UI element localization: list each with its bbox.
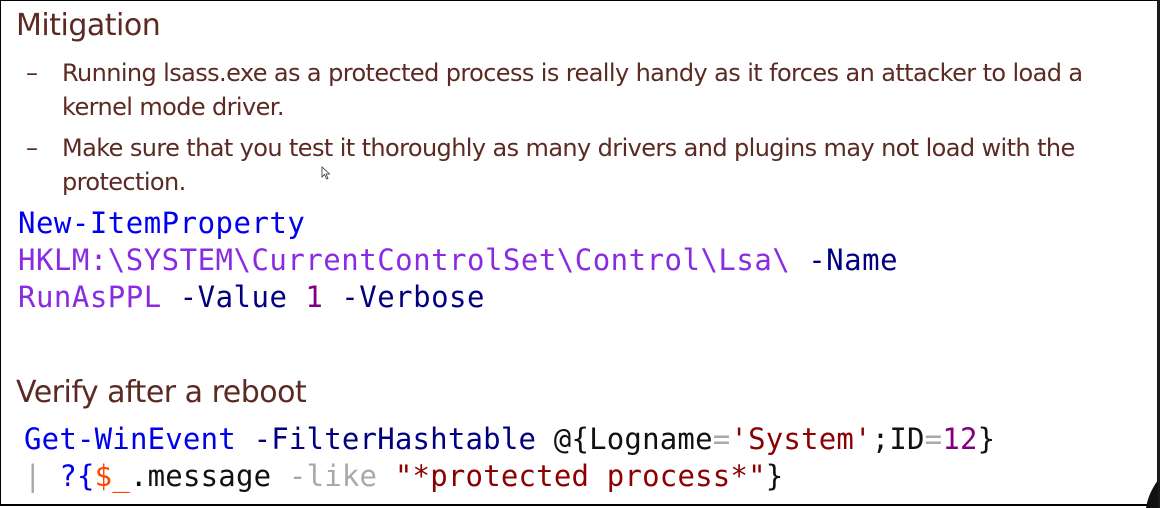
param-value: -Value <box>161 280 306 314</box>
property-name: RunAsPPL <box>18 280 162 314</box>
string-system: 'System' <box>730 422 872 456</box>
hashtable-close: } <box>977 422 996 456</box>
hashtable-open: @{Logname <box>553 422 713 456</box>
bullet-2-line-2: protection. <box>62 168 186 196</box>
dark-edge-shape <box>1146 480 1158 508</box>
bullet-1-line-2: kernel mode driver. <box>62 93 284 121</box>
pipe-symbol: | <box>24 459 60 493</box>
where-alias: ?{ <box>59 459 95 493</box>
hashtable-id: ;ID <box>871 422 925 456</box>
bullet-2-line-1: Make sure that you test it thoroughly as… <box>62 134 1075 162</box>
bullet-dash: – <box>26 59 38 87</box>
section-title-verify: Verify after a reboot <box>16 375 307 410</box>
bullet-dash: – <box>26 134 38 162</box>
value-number: 1 <box>305 280 324 314</box>
cmdlet-new-itemproperty: New-ItemProperty <box>18 206 306 240</box>
scriptblock-close: } <box>765 459 784 493</box>
cmdlet-get-winevent: Get-WinEvent <box>24 422 236 456</box>
operator-like: -like <box>288 459 395 493</box>
mouse-pointer-icon <box>321 166 331 180</box>
bullet-1-line-1: Running lsass.exe as a protected process… <box>62 59 1083 87</box>
param-filterhashtable: -FilterHashtable <box>235 422 554 456</box>
equals-sign: = <box>712 422 731 456</box>
code-line-2: HKLM:\SYSTEM\CurrentControlSet\Control\L… <box>18 243 898 277</box>
code2-line-1: Get-WinEvent -FilterHashtable @{Logname=… <box>24 422 995 456</box>
event-id-number: 12 <box>942 422 978 456</box>
equals-sign: = <box>924 422 943 456</box>
param-verbose: -Verbose <box>323 280 485 314</box>
code2-line-2: | ?{$_.message -like "*protected process… <box>24 459 783 493</box>
member-message: .message <box>129 459 289 493</box>
param-name: -Name <box>790 243 899 277</box>
code-line-3: RunAsPPL -Value 1 -Verbose <box>18 280 485 314</box>
slide-title: Mitigation <box>16 8 161 43</box>
pipeline-variable: $_ <box>94 459 130 493</box>
code-line-1: New-ItemProperty <box>18 206 305 240</box>
string-protected-process: "*protected process*" <box>394 459 766 493</box>
registry-path: HKLM:\SYSTEM\CurrentControlSet\Control\L… <box>18 243 791 277</box>
